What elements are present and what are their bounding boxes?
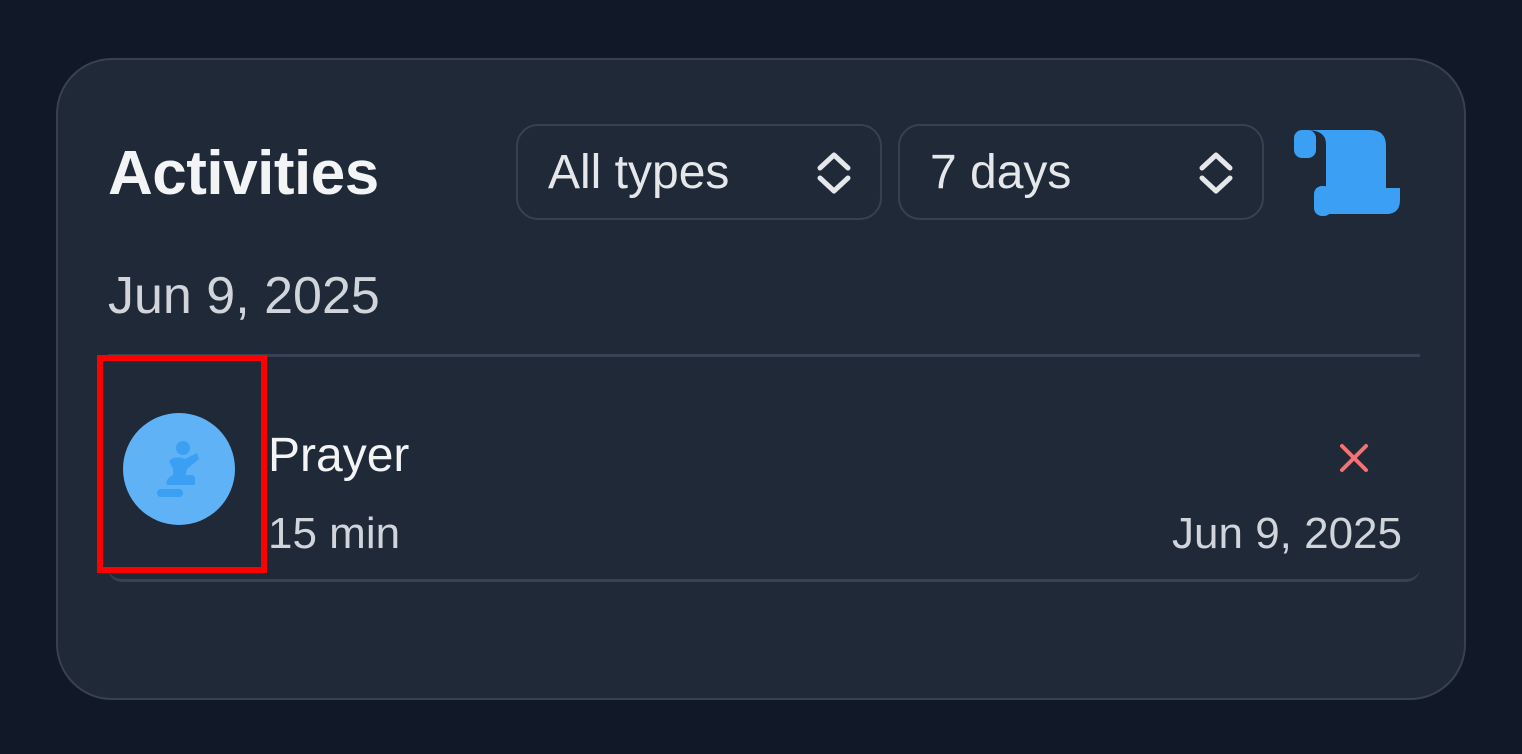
close-icon[interactable] [1336, 440, 1372, 476]
range-filter-select[interactable]: 7 days [898, 124, 1264, 220]
card-title: Activities [108, 139, 379, 208]
activity-avatar [123, 413, 235, 525]
activity-title: Prayer [268, 429, 410, 482]
divider [108, 354, 1420, 357]
type-filter-value: All types [548, 146, 730, 199]
praying-person-icon [157, 441, 199, 497]
chevron-up-down-icon [1199, 152, 1233, 194]
activity-date: Jun 9, 2025 [1172, 509, 1402, 558]
group-date-header: Jun 9, 2025 [108, 267, 380, 325]
type-filter-select[interactable]: All types [516, 124, 882, 220]
chevron-up-down-icon [817, 152, 851, 194]
activity-list-item[interactable]: Prayer 15 min Jun 9, 2025 [108, 390, 1420, 582]
activities-card: Activities All types 7 days Jun 9, 2025 [56, 58, 1466, 700]
range-filter-value: 7 days [930, 146, 1072, 199]
activity-duration: 15 min [268, 509, 401, 558]
scroll-icon[interactable] [1292, 128, 1404, 218]
